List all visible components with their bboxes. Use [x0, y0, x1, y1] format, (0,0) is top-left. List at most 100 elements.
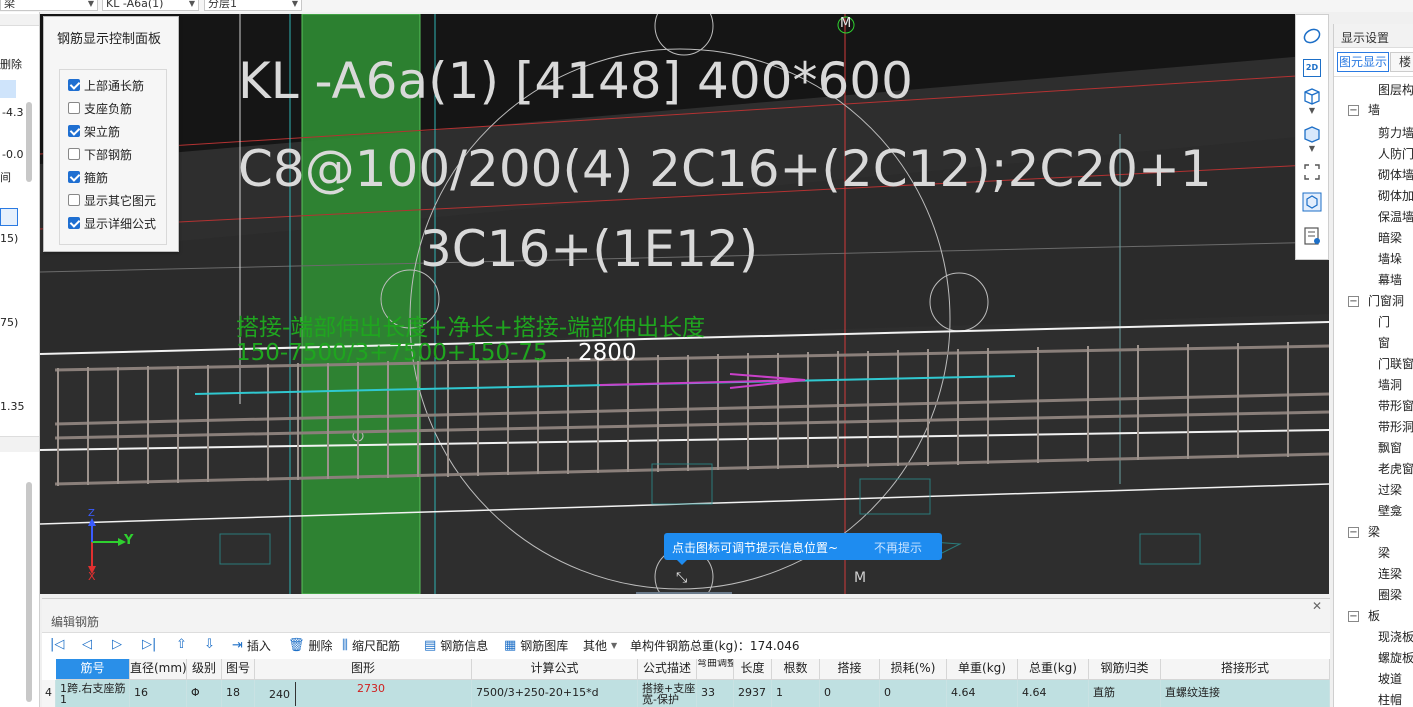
cell-length[interactable]: 2937 [734, 680, 772, 707]
col-unit-weight[interactable]: 单重(kg) [947, 659, 1018, 680]
tree-group-beam[interactable]: 梁 [1368, 523, 1380, 540]
col-loss[interactable]: 损耗(%) [880, 659, 947, 680]
col-length[interactable]: 长度 [734, 659, 772, 680]
checkbox-bottom-rebar[interactable]: 下部钢筋 [68, 145, 132, 163]
cell-unit-weight[interactable]: 4.64 [947, 680, 1018, 707]
first-button[interactable]: |◁ [50, 637, 68, 652]
col-formula-desc[interactable]: 公式描述 [638, 659, 697, 680]
3d-box-icon[interactable] [1301, 85, 1323, 107]
component-icon[interactable] [1301, 191, 1323, 213]
checkbox-show-other-elements[interactable]: 显示其它图元 [68, 191, 156, 209]
tree-item[interactable]: 剪力墙 [1378, 124, 1413, 141]
tree-item[interactable]: 柱帽 [1378, 691, 1402, 707]
col-grade[interactable]: 级别 [187, 659, 222, 680]
rebar-3d-viewport[interactable]: KL -A6a(1) [4148] 400*600 C8@100/200(4) … [40, 14, 1329, 594]
layer-combo[interactable]: 分层1 ▼ [204, 0, 302, 11]
col-lap[interactable]: 搭接 [820, 659, 880, 680]
tree-item[interactable]: 老虎窗 [1378, 460, 1413, 477]
2d-view-icon[interactable]: 2D [1301, 57, 1323, 79]
rebar-info-button[interactable]: ▤ 钢筋信息 [424, 637, 488, 654]
checkbox-top-through-rebar[interactable]: 上部通长筋 [68, 76, 144, 94]
prev-button[interactable]: ◁ [82, 637, 96, 652]
orbit-icon[interactable] [1301, 25, 1323, 47]
tree-item[interactable]: 墙垛 [1378, 250, 1402, 267]
left-scrollbar[interactable] [26, 102, 32, 182]
cell-shape[interactable]: 240 2730 [255, 680, 472, 707]
tree-item[interactable]: 带形洞 [1378, 418, 1413, 435]
tree-item[interactable]: 砌体墙 [1378, 166, 1413, 183]
tree-group-slab[interactable]: 板 [1368, 607, 1380, 624]
tree-item[interactable]: 窗 [1378, 334, 1390, 351]
tree-item[interactable]: 门联窗 [1378, 355, 1413, 372]
cube-solid-icon[interactable] [1301, 123, 1323, 145]
tree-item[interactable]: 幕墙 [1378, 271, 1402, 288]
col-figure-no[interactable]: 图号 [222, 659, 255, 680]
cell-loss[interactable]: 0 [880, 680, 947, 707]
tree-group-openings[interactable]: 门窗洞 [1368, 292, 1404, 309]
tree-item[interactable]: 连梁 [1378, 565, 1402, 582]
chevron-down-icon[interactable]: ▼ [1301, 143, 1323, 153]
checkbox-support-negative-rebar[interactable]: 支座负筋 [68, 99, 132, 117]
scale-rebar-button[interactable]: ⫼ 缩尺配筋 [342, 637, 400, 654]
hint-tooltip[interactable]: 点击图标可调节提示信息位置~ 不再提示 [664, 533, 942, 565]
col-formula[interactable]: 计算公式 [472, 659, 638, 680]
tree-item[interactable]: 螺旋板 [1378, 649, 1413, 666]
tree-item[interactable]: 人防门 [1378, 145, 1413, 162]
tree-item[interactable]: 砌体加 [1378, 187, 1413, 204]
col-count[interactable]: 根数 [772, 659, 820, 680]
tree-item[interactable]: 墙洞 [1378, 376, 1402, 393]
cell-formula-desc[interactable]: 搭接+支座宽-保护 [638, 680, 697, 707]
component-name-combo[interactable]: KL -A6a(1) ▼ [102, 0, 199, 11]
collapse-toggle-icon[interactable]: − [1348, 296, 1359, 307]
cell-lap-type[interactable]: 直螺纹连接 [1161, 680, 1330, 707]
tree-item[interactable]: 暗梁 [1378, 229, 1402, 246]
col-lap-type[interactable]: 搭接形式 [1161, 659, 1330, 680]
tree-group-wall[interactable]: 墙 [1368, 101, 1380, 118]
tree-item[interactable]: 保温墙 [1378, 208, 1413, 225]
cell-lap[interactable]: 0 [820, 680, 880, 707]
collapse-toggle-icon[interactable]: − [1348, 611, 1359, 622]
cell-figure-no[interactable]: 18 [222, 680, 255, 707]
last-button[interactable]: ▷| [142, 637, 160, 652]
collapse-toggle-icon[interactable]: − [1348, 527, 1359, 538]
component-type-combo[interactable]: 梁 ▼ [0, 0, 98, 11]
col-bend-adjust[interactable]: 弯曲调整 [697, 659, 734, 680]
tree-item[interactable]: 带形窗 [1378, 397, 1413, 414]
cell-formula[interactable]: 7500/3+250-20+15*d [472, 680, 638, 707]
cell-diameter[interactable]: 16 [130, 680, 187, 707]
tab-floor-display[interactable]: 楼 [1390, 52, 1413, 72]
close-icon[interactable]: ✕ [1312, 599, 1322, 613]
collapse-arrows-icon[interactable]: ⤡ [676, 570, 687, 586]
tree-item[interactable]: 门 [1378, 313, 1390, 330]
left-delete-label[interactable]: 删除 [0, 56, 22, 72]
tree-item[interactable]: 梁 [1378, 544, 1390, 561]
cell-rebar-no[interactable]: 1跨.右支座筋1 [56, 680, 130, 707]
left-selected-cell[interactable] [0, 208, 18, 226]
col-category[interactable]: 钢筋归类 [1089, 659, 1161, 680]
rebar-library-button[interactable]: ▦ 钢筋图库 [504, 637, 568, 654]
tree-item[interactable]: 现浇板 [1378, 628, 1413, 645]
cell-category[interactable]: 直筋 [1089, 680, 1161, 707]
fit-view-icon[interactable] [1301, 161, 1323, 183]
col-rebar-no[interactable]: 筋号 [56, 659, 130, 680]
chevron-down-icon[interactable]: ▼ [1301, 105, 1323, 115]
tree-item[interactable]: 过梁 [1378, 481, 1402, 498]
col-diameter[interactable]: 直径(mm) [130, 659, 187, 680]
insert-button[interactable]: ⇥ 插入 [232, 637, 271, 654]
cell-total-weight[interactable]: 4.64 [1018, 680, 1089, 707]
tree-item[interactable]: 飘窗 [1378, 439, 1402, 456]
col-shape[interactable]: 图形 [255, 659, 472, 680]
viewport-resize-handle[interactable] [636, 592, 732, 594]
checkbox-stirrup[interactable]: 箍筋 [68, 168, 108, 186]
left-scrollbar[interactable] [26, 482, 32, 702]
move-down-button[interactable]: ⇩ [204, 637, 219, 652]
checkbox-show-detailed-formula[interactable]: 显示详细公式 [68, 214, 156, 232]
left-selected-cell[interactable] [0, 80, 16, 98]
delete-button[interactable]: 🗑 删除 [288, 637, 333, 654]
cell-count[interactable]: 1 [772, 680, 820, 707]
dont-show-again-link[interactable]: 不再提示 [874, 539, 922, 556]
move-up-button[interactable]: ⇧ [176, 637, 191, 652]
next-button[interactable]: ▷ [112, 637, 126, 652]
cell-bend-adjust[interactable]: 33 [697, 680, 734, 707]
col-total-weight[interactable]: 总重(kg) [1018, 659, 1089, 680]
